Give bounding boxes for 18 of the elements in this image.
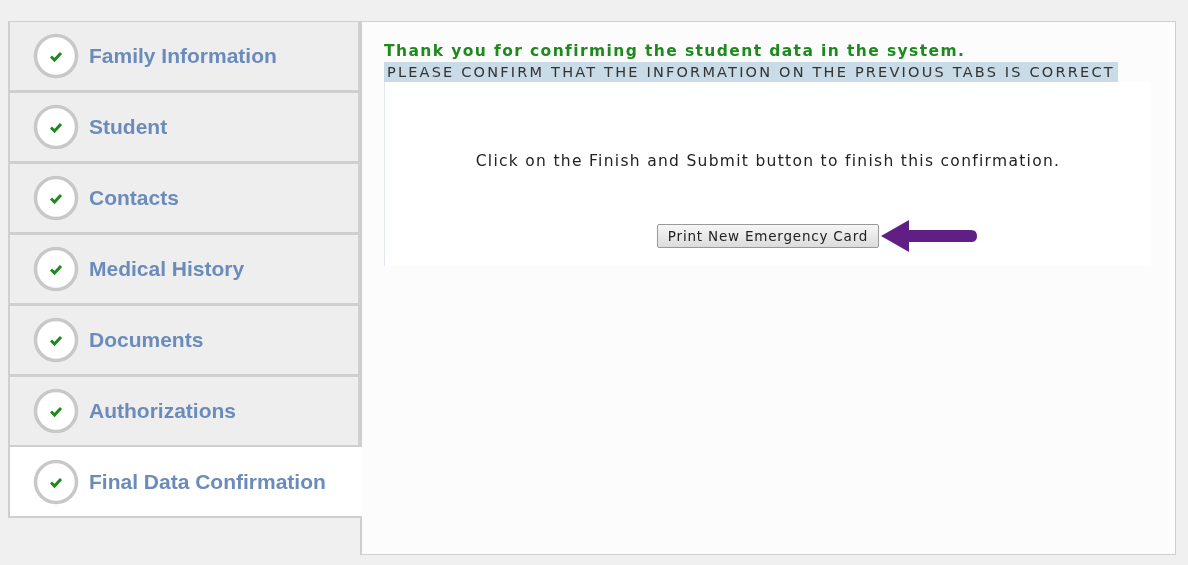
- confirmation-message: Thank you for confirming the student data in the system.: [384, 42, 967, 60]
- step-tab[interactable]: Family Information: [8, 21, 360, 92]
- step-tab[interactable]: Authorizations: [8, 376, 360, 447]
- tab-label: Documents: [89, 328, 204, 352]
- tab-label: Final Data Confirmation: [89, 469, 326, 494]
- tab-label: Contacts: [89, 186, 179, 210]
- step-tab[interactable]: Documents: [8, 305, 360, 376]
- instruction-text: Click on the Finish and Submit button to finish this confirmation.: [475, 152, 1061, 170]
- step-tab[interactable]: Student: [8, 92, 360, 163]
- step-tab[interactable]: Medical History: [8, 234, 360, 305]
- step-tab[interactable]: Final Data Confirmation: [8, 447, 362, 518]
- notice-banner: PLEASE CONFIRM THAT THE INFORMATION ON THE PREVIOUS TABS IS CORRECT: [384, 62, 1118, 82]
- tab-label: Family Information: [89, 44, 277, 68]
- tab-label: Student: [89, 115, 168, 139]
- print-button[interactable]: Print New Emergency Card: [656, 224, 880, 248]
- step-tab[interactable]: Contacts: [8, 163, 360, 234]
- tab-label: Authorizations: [89, 399, 236, 423]
- tab-label: Medical History: [89, 257, 245, 281]
